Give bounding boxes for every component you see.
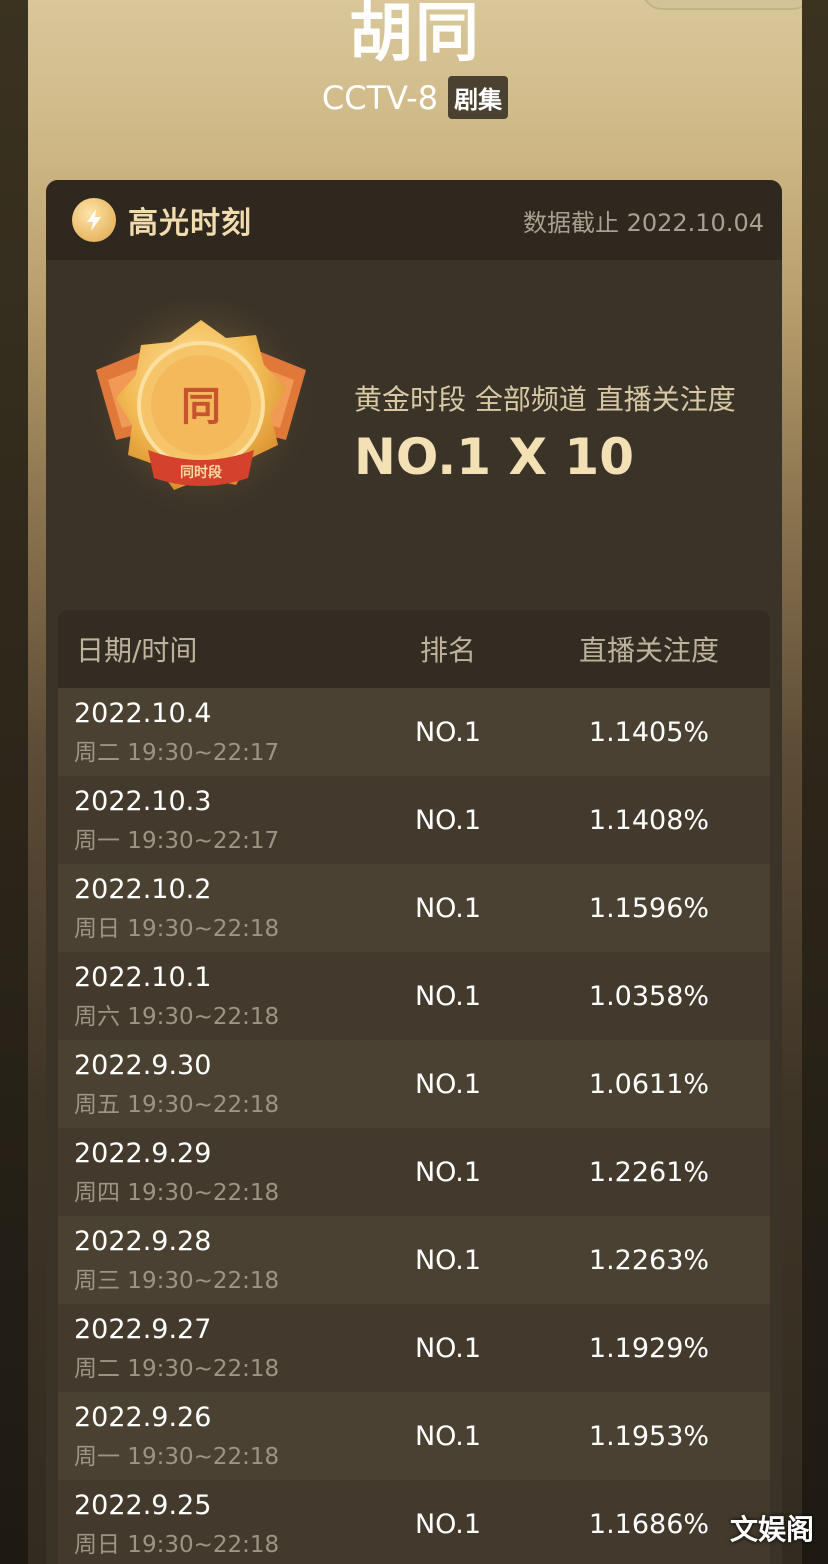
row-timeslot: 周六 19:30~22:18	[74, 1003, 280, 1030]
table-row: 2022.10.4 周二 19:30~22:17 NO.1 1.1405%	[58, 688, 770, 776]
date-cell: 2022.9.30 周五 19:30~22:18	[58, 1050, 368, 1119]
date-cell: 2022.10.1 周六 19:30~22:18	[58, 962, 368, 1031]
show-title: 胡同	[349, 0, 481, 71]
ranking-criteria: 黄金时段 全部频道 直播关注度	[354, 383, 736, 416]
lightning-icon	[72, 198, 116, 242]
row-rating: 1.1929%	[588, 1332, 710, 1364]
row-rating: 1.1953%	[588, 1420, 710, 1452]
row-date: 2022.10.1	[74, 961, 212, 993]
watermark: 文娱阁	[729, 1513, 814, 1546]
table-row: 2022.9.29 周四 19:30~22:18 NO.1 1.2261%	[58, 1128, 770, 1216]
row-date: 2022.9.27	[74, 1313, 212, 1345]
table-row: 2022.9.25 周日 19:30~22:18 NO.1 1.1686%	[58, 1480, 770, 1564]
row-date: 2022.9.29	[74, 1137, 212, 1169]
row-date: 2022.9.26	[74, 1401, 212, 1433]
highlight-heading: 高光时刻	[72, 198, 252, 242]
row-rating: 1.2261%	[588, 1156, 710, 1188]
row-timeslot: 周三 19:30~22:18	[74, 1267, 280, 1294]
row-date: 2022.9.30	[74, 1049, 212, 1081]
table-row: 2022.10.3 周一 19:30~22:17 NO.1 1.1408%	[58, 776, 770, 864]
row-date: 2022.9.28	[74, 1225, 212, 1257]
row-rank: NO.1	[414, 1332, 482, 1364]
card-header: 高光时刻 数据截止 2022.10.04	[46, 180, 782, 260]
table-row: 2022.9.28 周三 19:30~22:18 NO.1 1.2263%	[58, 1216, 770, 1304]
date-cell: 2022.10.4 周二 19:30~22:17	[58, 698, 368, 767]
row-rating: 1.1596%	[588, 892, 710, 924]
row-date: 2022.10.3	[74, 785, 212, 817]
row-rank: NO.1	[414, 1420, 482, 1452]
screen: 胡同 CCTV-8 剧集 高光时刻 数据截止 2022.10.04 同 同时段 …	[28, 0, 802, 1564]
data-cutoff-date: 数据截止 2022.10.04	[522, 208, 764, 237]
svg-text:同时段: 同时段	[180, 464, 222, 481]
highlight-title: 高光时刻	[128, 206, 252, 241]
left-backdrop	[0, 0, 28, 1564]
row-timeslot: 周四 19:30~22:18	[74, 1179, 280, 1206]
row-rank: NO.1	[414, 1244, 482, 1276]
row-timeslot: 周日 19:30~22:18	[74, 1531, 280, 1558]
table-row: 2022.9.27 周二 19:30~22:18 NO.1 1.1929%	[58, 1304, 770, 1392]
row-timeslot: 周一 19:30~22:17	[74, 827, 280, 854]
date-cell: 2022.9.26 周一 19:30~22:18	[58, 1402, 368, 1471]
hero-section: 同 同时段 黄金时段 全部频道 直播关注度 NO.1 X 10	[46, 260, 782, 610]
column-header-rating: 直播关注度	[578, 634, 719, 667]
date-cell: 2022.10.3 周一 19:30~22:17	[58, 786, 368, 855]
row-rank: NO.1	[414, 1156, 482, 1188]
table-row: 2022.9.26 周一 19:30~22:18 NO.1 1.1953%	[58, 1392, 770, 1480]
table-row: 2022.10.1 周六 19:30~22:18 NO.1 1.0358%	[58, 952, 770, 1040]
row-date: 2022.10.2	[74, 873, 212, 905]
date-cell: 2022.9.25 周日 19:30~22:18	[58, 1490, 368, 1559]
row-timeslot: 周五 19:30~22:18	[74, 1091, 280, 1118]
highlight-card: 高光时刻 数据截止 2022.10.04 同 同时段 黄金时段 全部频道 直播关…	[46, 180, 782, 1564]
row-rank: NO.1	[414, 1508, 482, 1540]
date-cell: 2022.9.28 周三 19:30~22:18	[58, 1226, 368, 1295]
row-rating: 1.2263%	[588, 1244, 710, 1276]
svg-text:同: 同	[181, 384, 221, 430]
row-rank: NO.1	[414, 1068, 482, 1100]
genre-tag: 剧集	[448, 76, 509, 119]
row-rating: 1.1408%	[588, 804, 710, 836]
row-rating: 1.1405%	[588, 716, 710, 748]
row-rank: NO.1	[414, 716, 482, 748]
medal-icon: 同 同时段	[86, 297, 316, 533]
row-date: 2022.10.4	[74, 697, 212, 729]
row-rank: NO.1	[414, 804, 482, 836]
table-header: 日期/时间 排名 直播关注度	[58, 610, 770, 688]
channel-name: CCTV-8	[321, 78, 439, 117]
row-timeslot: 周一 19:30~22:18	[74, 1443, 280, 1470]
row-timeslot: 周日 19:30~22:18	[74, 915, 280, 942]
date-cell: 2022.9.29 周四 19:30~22:18	[58, 1138, 368, 1207]
rank-summary: NO.1 X 10	[354, 428, 634, 486]
column-header-date: 日期/时间	[76, 634, 198, 667]
table-row: 2022.9.30 周五 19:30~22:18 NO.1 1.0611%	[58, 1040, 770, 1128]
row-date: 2022.9.25	[74, 1489, 212, 1521]
column-header-rank: 排名	[419, 634, 476, 667]
channel-row: CCTV-8 剧集	[28, 76, 802, 119]
table-row: 2022.10.2 周日 19:30~22:18 NO.1 1.1596%	[58, 864, 770, 952]
row-rank: NO.1	[414, 892, 482, 924]
date-cell: 2022.10.2 周日 19:30~22:18	[58, 874, 368, 943]
row-rank: NO.1	[414, 980, 482, 1012]
row-rating: 1.0358%	[588, 980, 710, 1012]
date-cell: 2022.9.27 周二 19:30~22:18	[58, 1314, 368, 1383]
row-rating: 1.0611%	[588, 1068, 710, 1100]
ratings-table: 日期/时间 排名 直播关注度 2022.10.4 周二 19:30~22:17 …	[58, 610, 770, 1564]
right-backdrop	[800, 0, 828, 1564]
row-timeslot: 周二 19:30~22:17	[74, 739, 280, 766]
row-timeslot: 周二 19:30~22:18	[74, 1355, 280, 1382]
